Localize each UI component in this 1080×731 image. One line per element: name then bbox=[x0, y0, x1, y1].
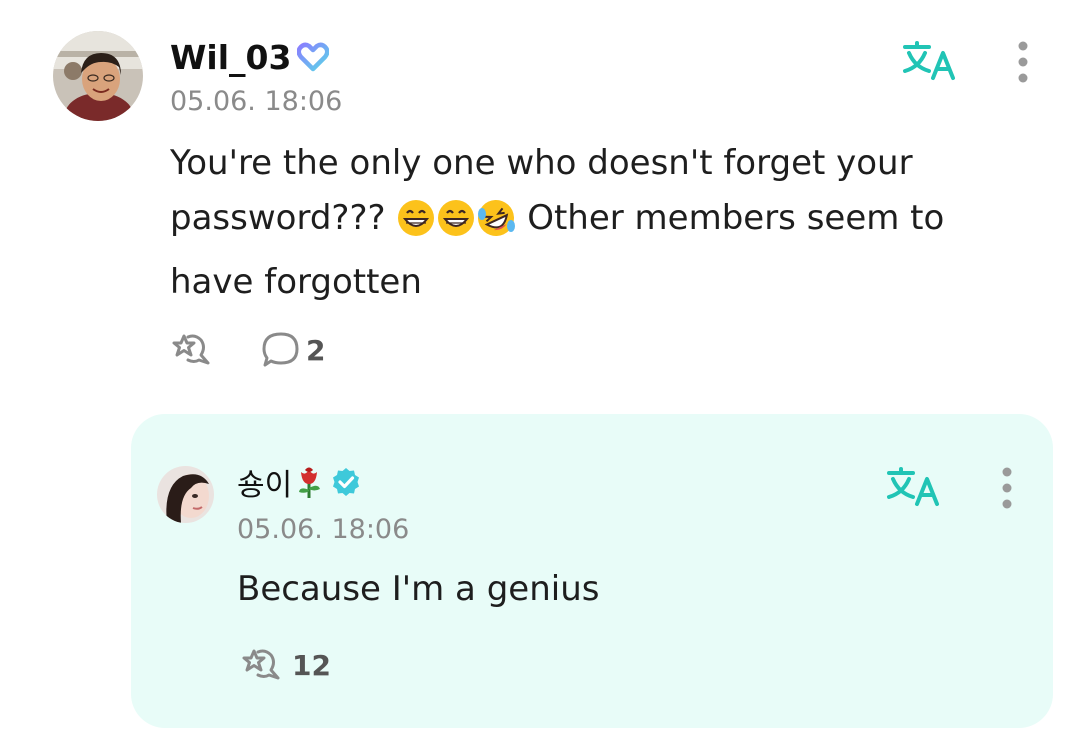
translate-icon[interactable] bbox=[900, 40, 960, 82]
reply-username[interactable]: 숑이 bbox=[237, 462, 362, 503]
reply-text: Because I'm a genius bbox=[237, 569, 600, 609]
reply-like-button[interactable]: 12 bbox=[240, 645, 331, 685]
reply-avatar[interactable] bbox=[157, 466, 214, 523]
reply-username-text: 숑이 bbox=[237, 468, 293, 503]
reply-count: 2 bbox=[306, 333, 326, 367]
verified-badge-icon bbox=[330, 466, 362, 498]
comment-text: You're the only one who doesn't forget y… bbox=[170, 136, 1000, 310]
username-text: Wil_03 bbox=[170, 37, 292, 77]
reply-translate-icon[interactable] bbox=[884, 466, 944, 508]
speech-bubble-icon bbox=[260, 330, 302, 370]
comment-timestamp: 05.06. 18:06 bbox=[170, 86, 343, 117]
reply-like-icon bbox=[240, 645, 288, 685]
reply-timestamp: 05.06. 18:06 bbox=[237, 514, 410, 545]
rose-emoji bbox=[294, 464, 324, 500]
like-icon bbox=[170, 330, 218, 370]
reply-like-count: 12 bbox=[292, 648, 331, 682]
grinning-face-emoji bbox=[436, 198, 476, 255]
grinning-face-emoji bbox=[396, 198, 436, 255]
reply-more-vertical-icon[interactable] bbox=[992, 466, 1022, 510]
username[interactable]: Wil_03 bbox=[170, 36, 330, 78]
avatar[interactable] bbox=[53, 31, 143, 121]
reply-button[interactable]: 2 bbox=[260, 330, 325, 370]
rolling-laughing-emoji bbox=[476, 198, 516, 255]
like-button[interactable] bbox=[170, 330, 218, 370]
heart-badge-icon bbox=[297, 42, 330, 72]
more-vertical-icon[interactable] bbox=[1008, 40, 1038, 84]
